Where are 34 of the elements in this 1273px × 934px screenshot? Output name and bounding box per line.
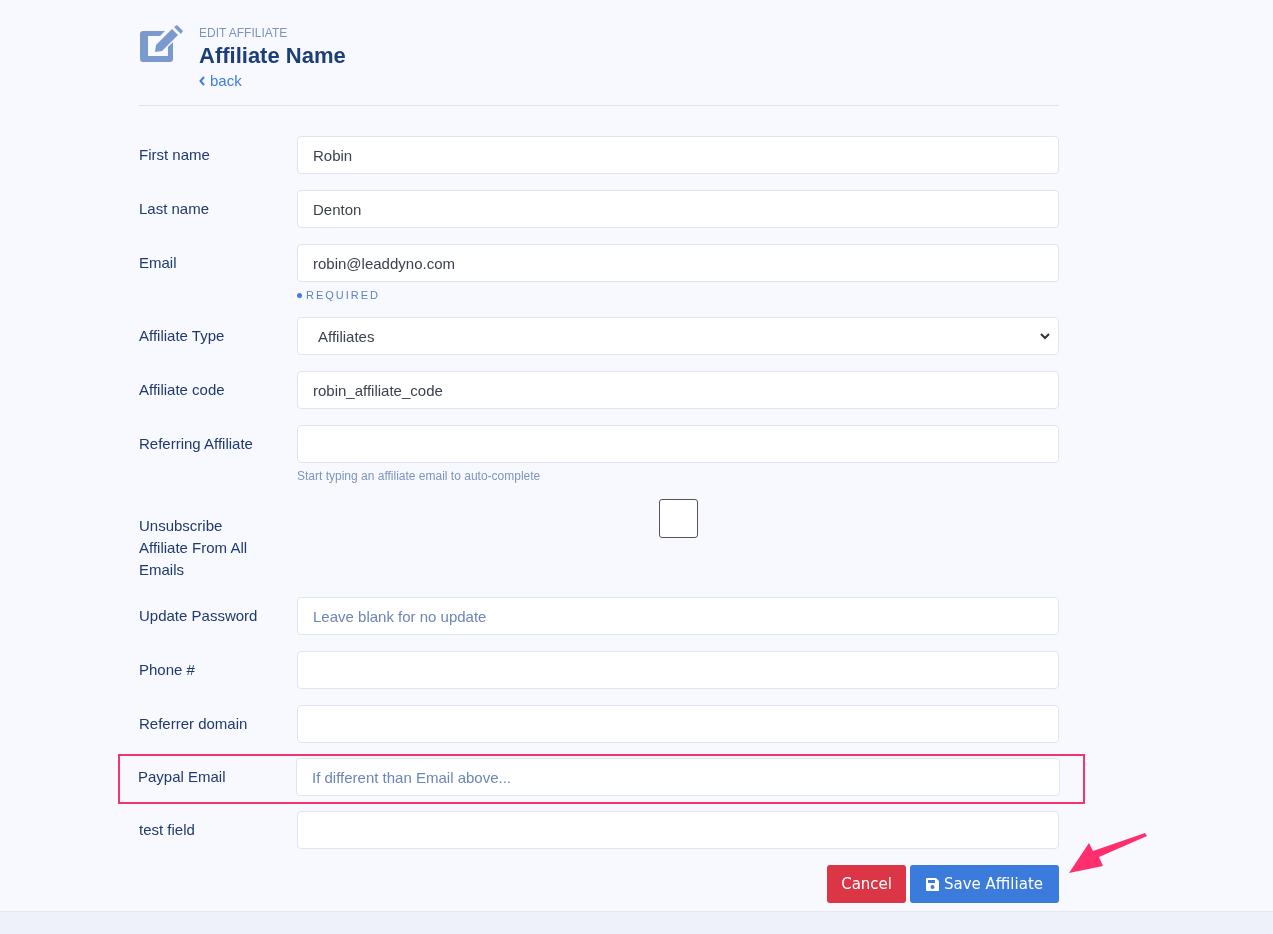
chevron-left-icon [199,75,206,86]
field-label: Referring Affiliate [139,434,254,454]
help-text: Start typing an affiliate email to auto-complete [297,469,542,483]
field-label: Email [139,253,178,273]
caret-icon [1040,332,1050,340]
text-input[interactable] [297,811,1059,849]
text-input[interactable]: Leave blank for no update [297,597,1059,635]
text-input[interactable]: robin@leaddyno.com [297,244,1059,282]
field-label: Affiliate code [139,380,226,400]
text-input[interactable] [297,651,1059,689]
page-eyebrow: EDIT AFFILIATE [199,26,289,40]
field-label: Paypal Email [138,767,227,787]
field-label: test field [139,820,196,840]
field-label: Update Password [139,606,259,626]
text-input[interactable] [297,425,1059,463]
save-button[interactable]: Save Affiliate [910,865,1059,903]
cancel-button[interactable]: Cancel [827,865,906,903]
text-input[interactable]: robin_affiliate_code [297,371,1059,409]
field-label: Referrer domain [139,714,249,734]
field-label: First name [139,145,211,165]
field-label: Last name [139,199,211,219]
field-label: Affiliate Type [139,326,226,346]
page-title: Affiliate Name [199,43,346,69]
text-input[interactable] [297,705,1059,743]
text-input[interactable]: If different than Email above... [296,758,1060,796]
checkbox[interactable] [658,499,698,538]
select-dropdown[interactable]: Affiliates [297,317,1059,355]
required-note: REQUIRED [297,289,1059,301]
text-input[interactable]: Robin [297,136,1059,174]
field-label: Phone # [139,660,196,680]
back-link[interactable]: back [199,72,242,89]
edit-icon [139,25,183,65]
field-label: Unsubscribe Affiliate From All Emails [139,516,249,580]
text-input[interactable]: Denton [297,190,1059,228]
